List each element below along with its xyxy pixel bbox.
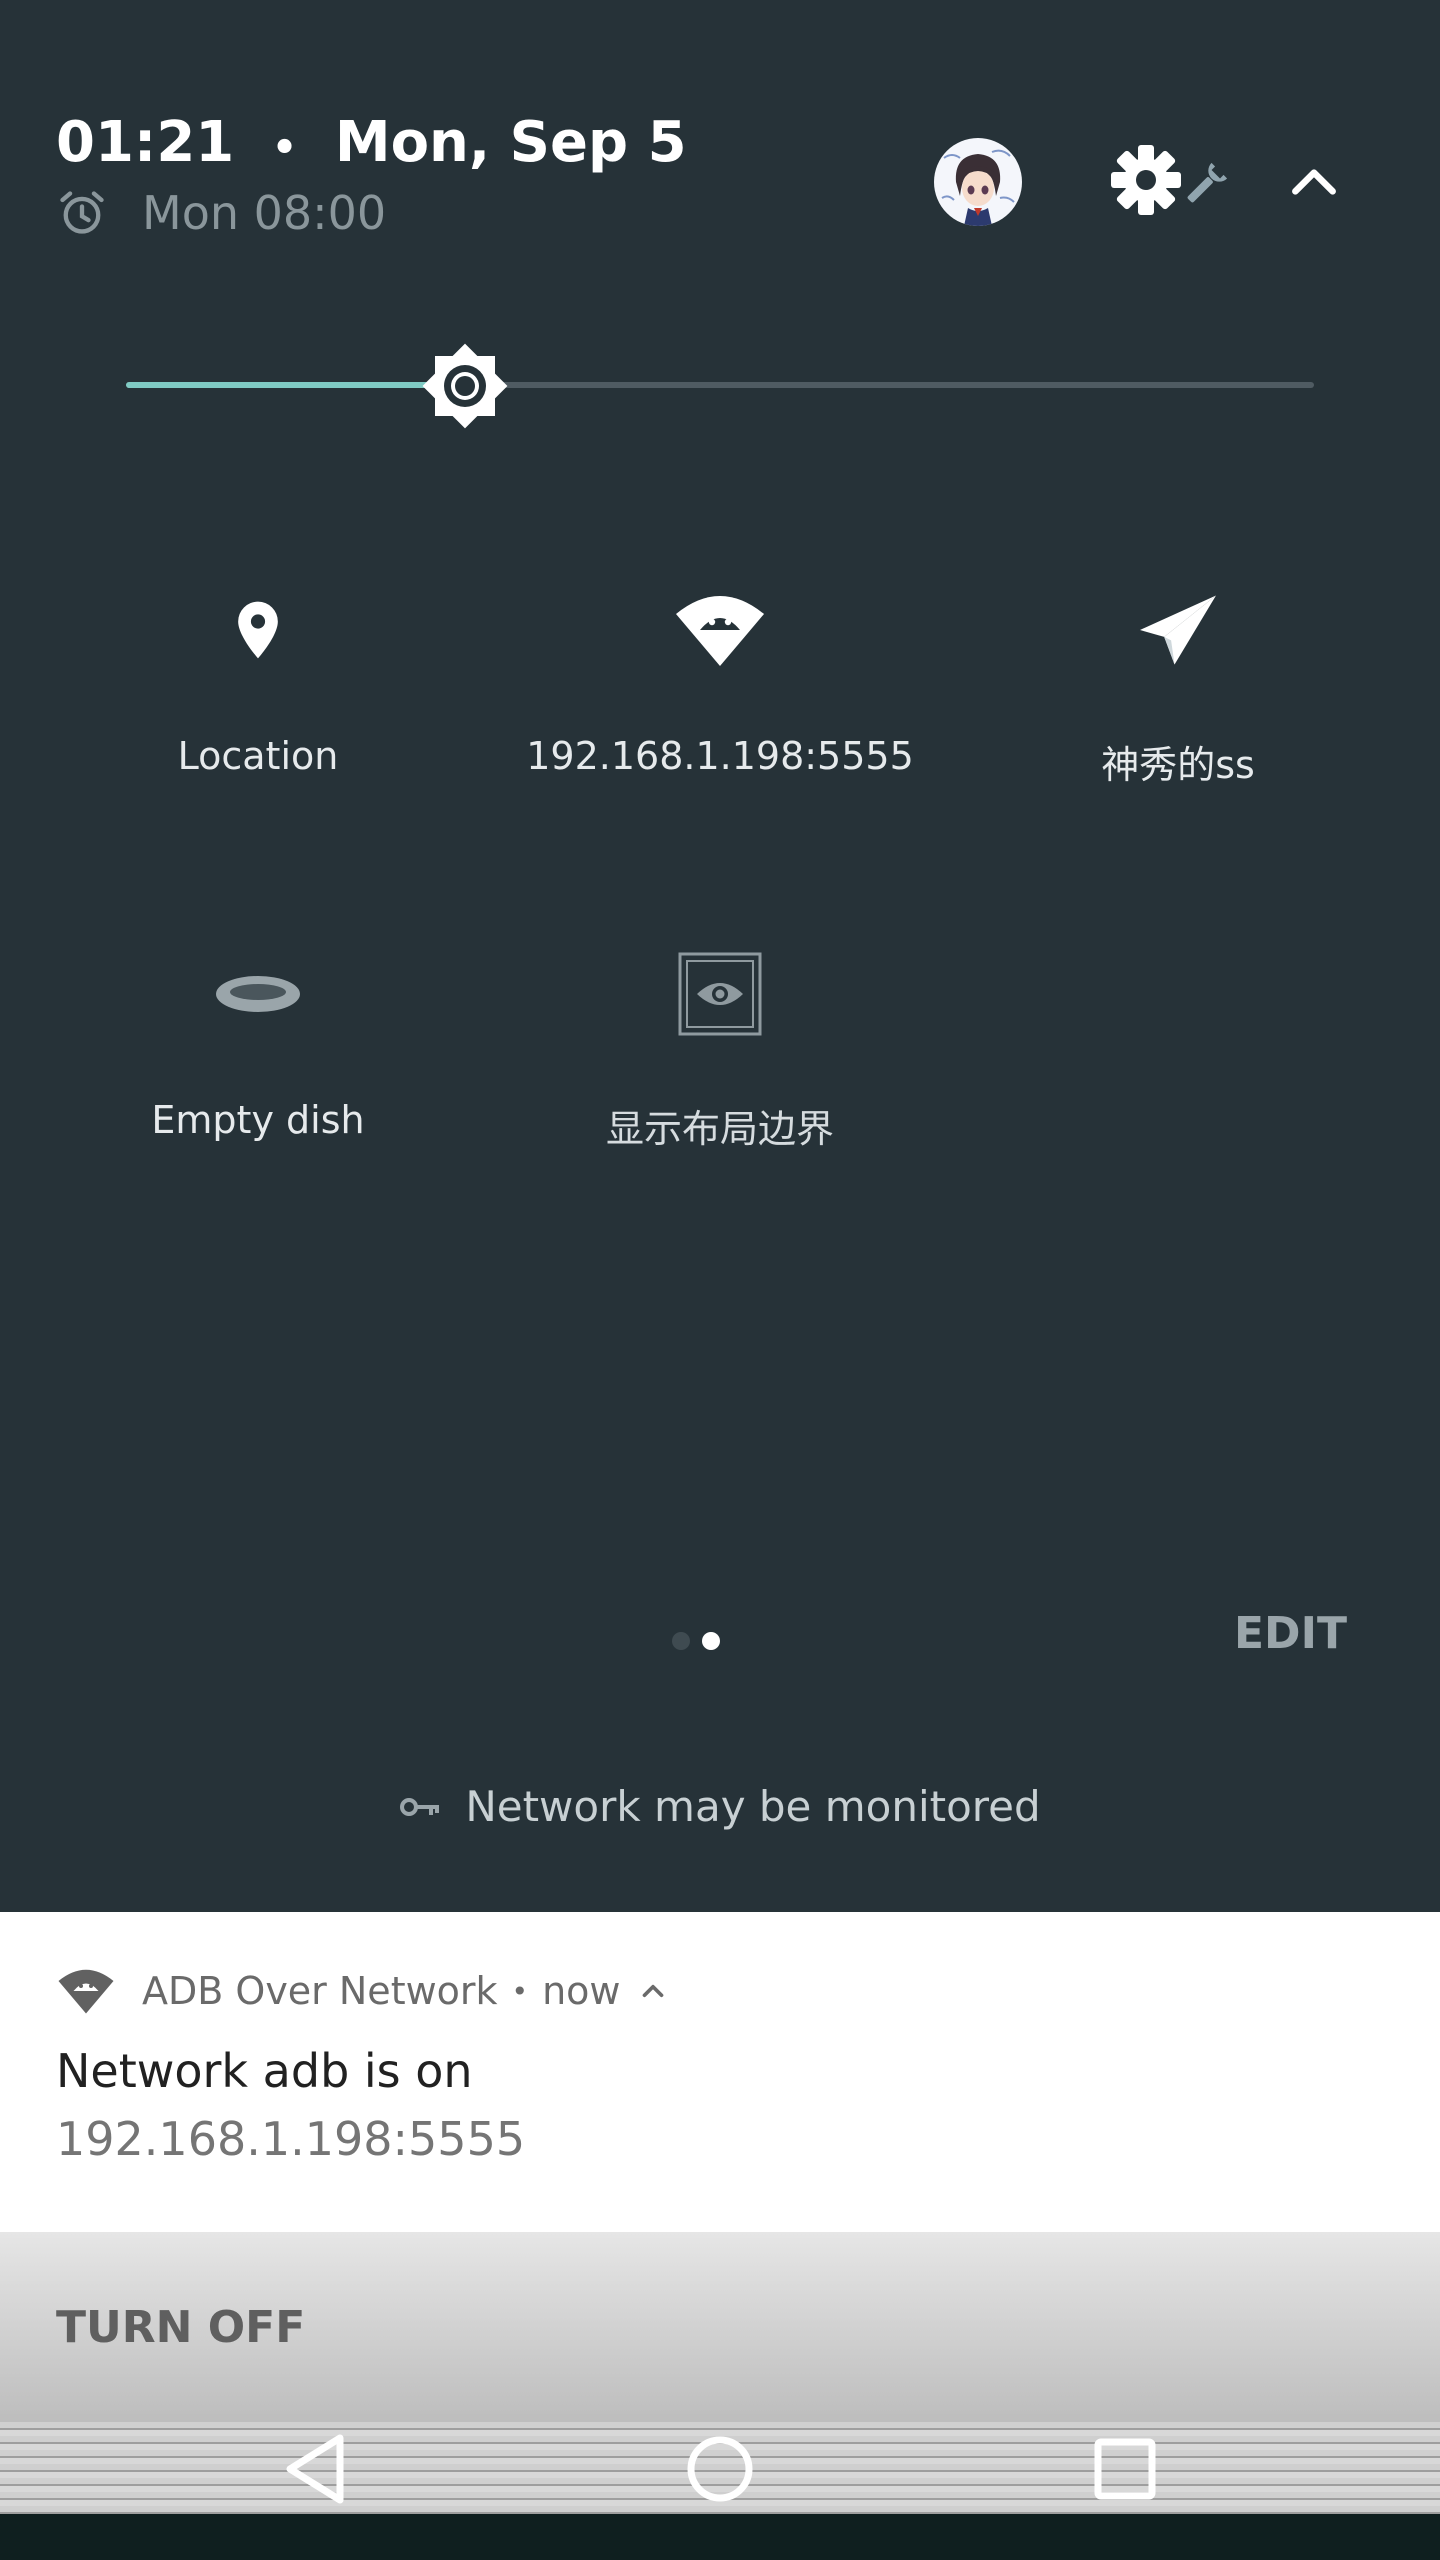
adb-wifi-small-icon: [58, 1969, 114, 2014]
avatar-image: [934, 138, 1022, 226]
tile-label: Location: [177, 734, 339, 778]
user-avatar[interactable]: [934, 138, 1022, 226]
key-icon: [400, 1797, 440, 1816]
clock-date[interactable]: 01:21 • Mon, Sep 5: [56, 110, 687, 175]
tile-label: Empty dish: [151, 1098, 365, 1142]
tile-location[interactable]: Location: [28, 580, 488, 778]
alarm-clock-icon: [60, 191, 104, 234]
date: Mon, Sep 5: [334, 110, 687, 175]
notification-title: Network adb is on: [56, 2044, 473, 2098]
tile-label: 192.168.1.198:5555: [526, 734, 914, 778]
location-pin-icon: [238, 601, 278, 659]
network-warning-text: Network may be monitored: [465, 1782, 1041, 1831]
home-circle-icon: [687, 2436, 753, 2502]
chevron-up-icon[interactable]: [636, 1974, 670, 2008]
recents-button[interactable]: [1080, 2424, 1170, 2514]
notification-text: 192.168.1.198:5555: [56, 2112, 526, 2166]
brightness-sun-icon: [422, 343, 508, 429]
page-indicator: [672, 1632, 720, 1650]
bottom-strip: [0, 2514, 1440, 2560]
brightness-fill: [126, 382, 465, 388]
brightness-slider[interactable]: [126, 330, 1314, 440]
edit-button[interactable]: EDIT: [1234, 1608, 1347, 1659]
collapse-button[interactable]: [1286, 154, 1342, 214]
navigation-bar: [0, 2422, 1440, 2514]
clock-time: 01:21: [56, 110, 235, 175]
alarm-time: Mon 08:00: [142, 186, 387, 240]
time-date-separator: •: [271, 125, 298, 171]
tile-ss[interactable]: 神秀的ss: [948, 580, 1408, 789]
layout-bounds-icon: [678, 952, 762, 1036]
home-button[interactable]: [675, 2424, 765, 2514]
tile-empty-dish[interactable]: Empty dish: [28, 944, 488, 1142]
brightness-thumb[interactable]: [419, 340, 511, 432]
quick-settings-panel: 01:21 • Mon, Sep 5 Mon 08:00 Location 19…: [0, 0, 1440, 1912]
empty-dish-icon: [216, 976, 300, 1012]
notification-header: ADB Over Network • now: [56, 1966, 696, 2016]
back-triangle-icon: [286, 2434, 344, 2504]
tile-layout-bounds[interactable]: 显示布局边界: [490, 944, 950, 1153]
tile-label: 神秀的ss: [1101, 743, 1255, 787]
network-monitored-warning[interactable]: Network may be monitored: [0, 1782, 1440, 1831]
recents-square-icon: [1094, 2438, 1156, 2500]
settings-gear-wrench-icon: [1111, 145, 1228, 215]
notification-app-name: ADB Over Network: [142, 1969, 498, 2013]
adb-notification[interactable]: ADB Over Network • now Network adb is on…: [0, 1912, 1440, 2232]
page-dot-active: [702, 1632, 720, 1650]
paper-plane-icon: [1140, 595, 1216, 665]
notification-time: now: [542, 1969, 621, 2013]
back-button[interactable]: [270, 2424, 360, 2514]
settings-button[interactable]: [1108, 142, 1238, 226]
adb-wifi-icon: [676, 596, 764, 666]
tile-adb-network[interactable]: 192.168.1.198:5555: [490, 580, 950, 778]
page-dot: [672, 1632, 690, 1650]
turn-off-button[interactable]: TURN OFF: [56, 2302, 305, 2353]
tile-label: 显示布局边界: [605, 1107, 834, 1151]
notification-dot: •: [511, 1974, 529, 2008]
chevron-up-icon: [1292, 169, 1336, 195]
notification-actions: TURN OFF: [0, 2232, 1440, 2422]
next-alarm[interactable]: Mon 08:00: [56, 186, 386, 240]
